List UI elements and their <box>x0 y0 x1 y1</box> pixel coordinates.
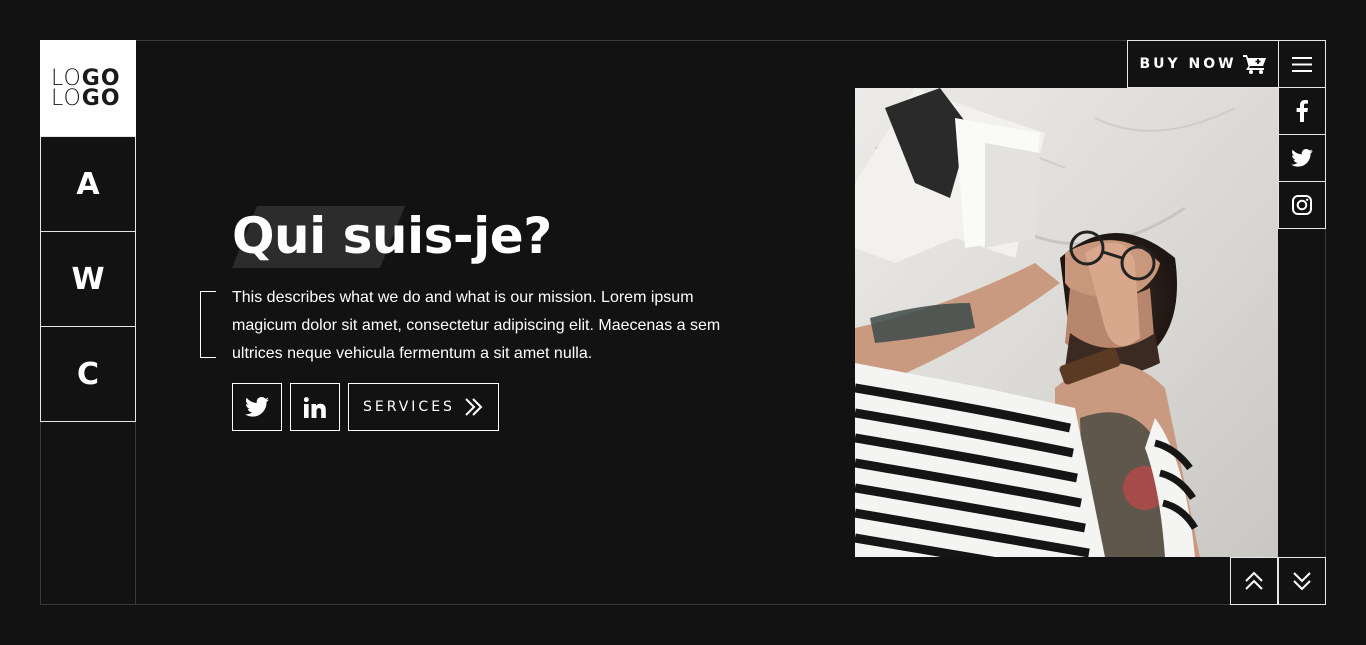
logo-line-2: LOGO <box>51 85 136 111</box>
twitter-icon <box>245 397 269 417</box>
nav-item-c[interactable]: C <box>40 326 136 422</box>
description-bracket <box>200 291 216 358</box>
hero-photo <box>855 88 1278 557</box>
services-label: SERVICES <box>363 399 455 415</box>
instagram-button[interactable] <box>1278 181 1326 229</box>
menu-button[interactable] <box>1278 40 1326 88</box>
logo[interactable]: LOGO LOGO <box>40 40 136 137</box>
hamburger-menu-icon <box>1292 56 1312 72</box>
hero-title-block: Qui suis-je? <box>232 204 552 268</box>
hero-title: Qui suis-je? <box>232 207 552 265</box>
logo-text-light: LO <box>51 85 82 111</box>
twitter-icon <box>1291 149 1313 167</box>
scroll-down-button[interactable] <box>1278 557 1326 605</box>
buy-now-button[interactable]: BUY NOW <box>1127 40 1279 88</box>
nav-item-label: A <box>76 166 100 202</box>
twitter-side-button[interactable] <box>1278 134 1326 182</box>
scroll-up-button[interactable] <box>1230 557 1278 605</box>
buy-now-label: BUY NOW <box>1139 56 1237 72</box>
linkedin-button[interactable] <box>290 383 340 431</box>
double-chevron-up-icon <box>1245 571 1263 590</box>
logo-text-bold: GO <box>81 85 121 111</box>
facebook-button[interactable] <box>1278 87 1326 135</box>
double-chevron-right-icon <box>465 398 483 416</box>
twitter-button[interactable] <box>232 383 282 431</box>
nav-item-label: C <box>76 356 100 392</box>
instagram-icon <box>1292 195 1312 215</box>
nav-item-a[interactable]: A <box>40 136 136 232</box>
double-chevron-down-icon <box>1293 572 1311 591</box>
nav-item-w[interactable]: W <box>40 231 136 327</box>
cart-icon <box>1242 55 1266 74</box>
photo-illustration <box>855 88 1278 557</box>
hero-description: This describes what we do and what is ou… <box>232 289 721 362</box>
services-button[interactable]: SERVICES <box>348 383 499 431</box>
nav-item-label: W <box>71 261 105 297</box>
facebook-icon <box>1296 100 1308 122</box>
linkedin-icon <box>304 396 326 418</box>
